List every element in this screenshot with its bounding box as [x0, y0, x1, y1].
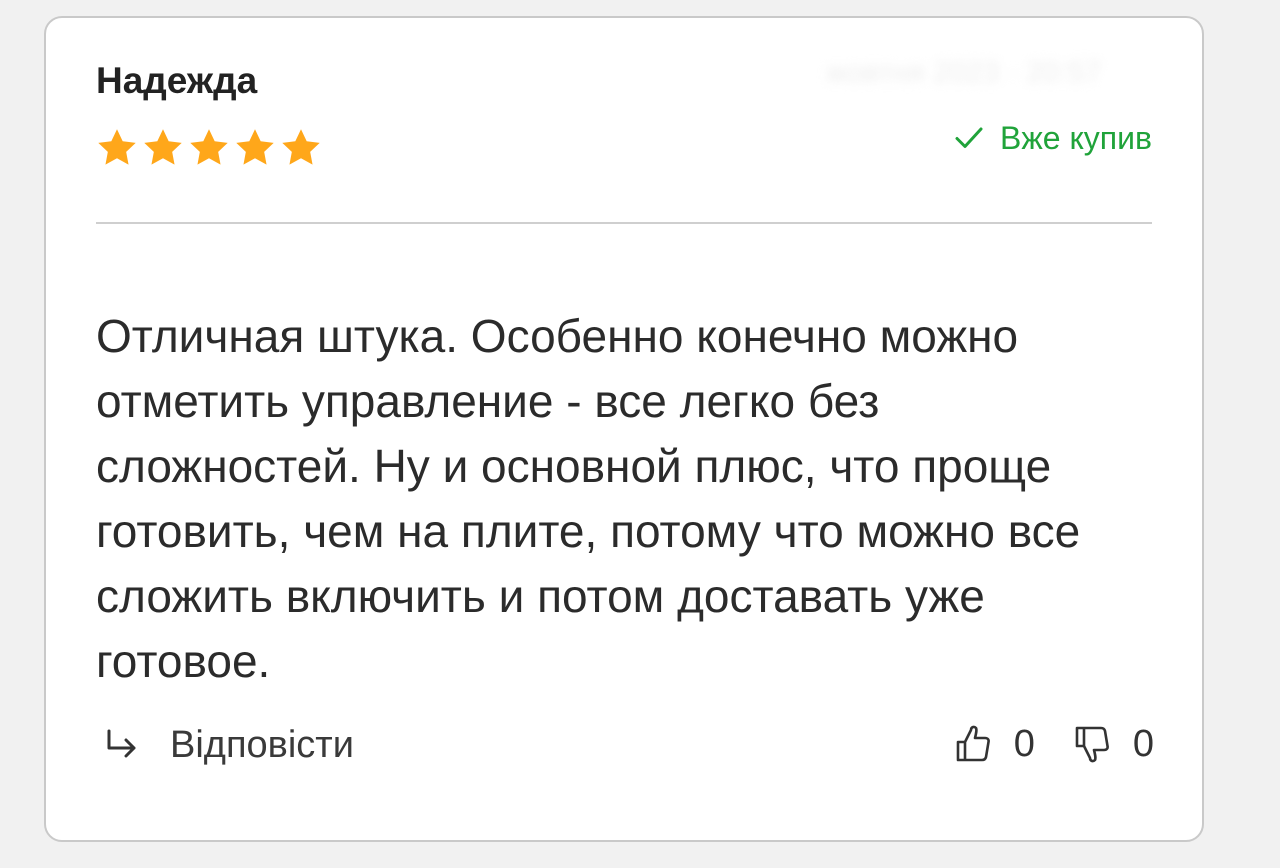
reply-label: Відповісти	[170, 724, 354, 766]
bought-label: Вже купив	[1000, 120, 1152, 156]
author-name: Надежда	[96, 60, 258, 101]
dislike-count: 0	[1132, 723, 1154, 765]
star-icon	[236, 129, 274, 165]
review-text: Отличная штука. Особенно конечно можно о…	[96, 310, 1081, 687]
check-icon	[955, 127, 983, 148]
star-icon	[98, 129, 136, 165]
reply-arrow-icon	[107, 729, 136, 758]
votes: 0 0	[954, 724, 1154, 764]
like-button[interactable]: 0	[954, 724, 1035, 764]
divider	[96, 222, 1152, 224]
thumbs-down-icon	[1075, 726, 1109, 763]
star-icon	[144, 129, 182, 165]
bought-badge: Вже купив	[954, 122, 1152, 154]
star-icon	[282, 129, 320, 165]
thumbs-up-icon	[956, 725, 990, 762]
like-count: 0	[1013, 723, 1035, 765]
rating-stars	[94, 126, 324, 170]
dislike-button[interactable]: 0	[1073, 724, 1154, 764]
reply-button[interactable]: Відповісти	[104, 726, 354, 764]
review-date: жовтня 2023 · 20:57	[826, 56, 1102, 89]
star-icon	[190, 129, 228, 165]
review-card: Надежда жовтня 2023 · 20:57 Вже купив От…	[44, 16, 1204, 842]
